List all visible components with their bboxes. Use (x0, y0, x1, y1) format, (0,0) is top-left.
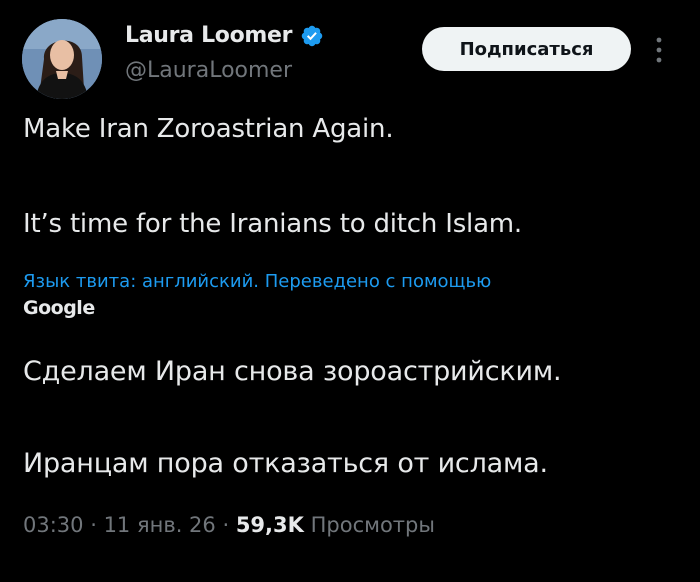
tweet-date[interactable]: 11 янв. 26 (104, 513, 216, 537)
translated-text-line: Сделаем Иран снова зороастрийским. (23, 356, 562, 387)
views-label: Просмотры (310, 513, 435, 537)
meta-separator: · (215, 513, 236, 537)
tweet-text-line: It’s time for the Iranians to ditch Isla… (23, 209, 522, 239)
tweet-meta: 03:30 · 11 янв. 26 · 59,3K Просмотры (23, 513, 435, 537)
translated-text-line: Иранцам пора отказаться от ислама. (23, 448, 548, 479)
verified-badge-icon (301, 25, 323, 46)
google-logo: Google (23, 297, 95, 319)
more-vertical-icon (656, 37, 662, 63)
tweet-time[interactable]: 03:30 (23, 513, 84, 537)
tweet-text-line: Make Iran Zoroastrian Again. (23, 114, 394, 144)
tweet: Laura Loomer @LauraLoomer Подписаться Ma… (0, 0, 700, 582)
author-name-row: Laura Loomer (125, 23, 324, 48)
author-display-name[interactable]: Laura Loomer (125, 23, 293, 48)
views-count[interactable]: 59,3K (236, 513, 304, 537)
avatar[interactable] (22, 19, 102, 99)
follow-button[interactable]: Подписаться (422, 27, 631, 71)
translation-note-link[interactable]: Язык твита: английский. Переведено с пом… (23, 271, 491, 292)
author-handle[interactable]: @LauraLoomer (125, 58, 292, 83)
more-options-button[interactable] (651, 31, 667, 69)
meta-separator: · (83, 513, 104, 537)
